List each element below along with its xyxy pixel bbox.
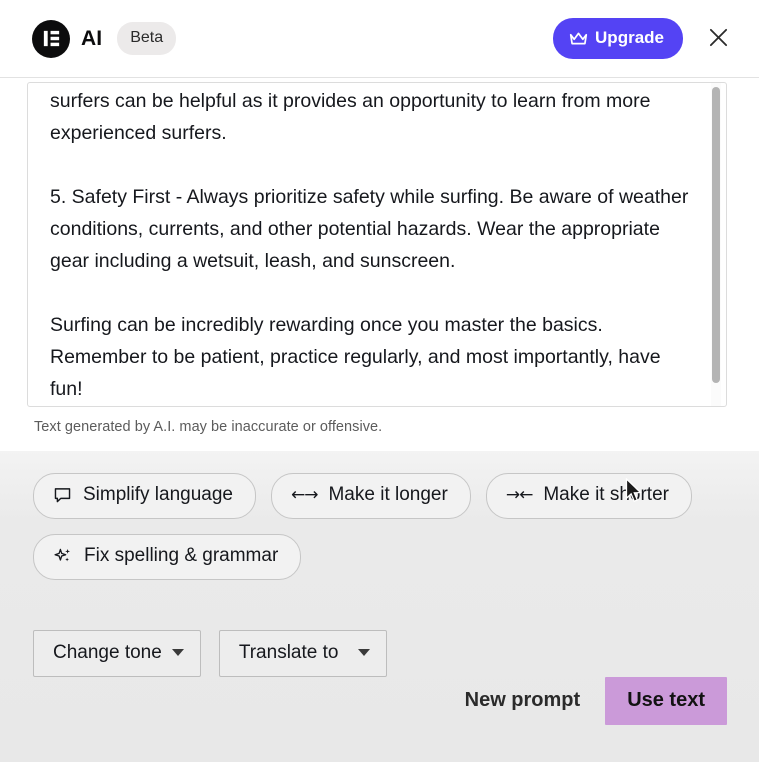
expand-arrows-icon: ←→ xyxy=(290,485,318,506)
brand: AI Beta xyxy=(32,19,177,58)
chevron-down-icon xyxy=(171,649,184,657)
actions-panel: Simplify language ←→ Make it longer →← M… xyxy=(0,451,759,762)
make-it-longer-button[interactable]: ←→ Make it longer xyxy=(270,473,471,519)
speech-bubble-icon xyxy=(53,486,72,505)
result-paragraph: 5. Safety First - Always prioritize safe… xyxy=(50,186,689,272)
ai-panel: AI Beta Upgrade surfers can be helpful a… xyxy=(0,0,759,762)
result-paragraph: surfers can be helpful as it provides an… xyxy=(50,90,651,144)
change-tone-dropdown[interactable]: Change tone xyxy=(33,629,201,677)
fix-spelling-grammar-button[interactable]: Fix spelling & grammar xyxy=(33,533,302,580)
generated-text-content: surfers can be helpful as it provides an… xyxy=(50,83,692,405)
scrollbar-thumb[interactable] xyxy=(712,87,720,383)
translate-to-dropdown[interactable]: Translate to xyxy=(218,629,388,677)
upgrade-button[interactable]: Upgrade xyxy=(553,18,683,59)
action-chip-row-secondary: Fix spelling & grammar xyxy=(33,533,727,580)
result-region: surfers can be helpful as it provides an… xyxy=(0,78,759,435)
elementor-logo-icon xyxy=(32,19,70,58)
action-chip-row-primary: Simplify language ←→ Make it longer →← M… xyxy=(33,473,727,519)
dropdown-label: Translate to xyxy=(238,641,339,663)
close-button[interactable] xyxy=(701,22,735,56)
chip-label: Make it longer xyxy=(328,484,448,505)
crown-icon xyxy=(569,31,588,46)
make-it-shorter-button[interactable]: →← Make it shorter xyxy=(485,473,692,519)
generated-text-box[interactable]: surfers can be helpful as it provides an… xyxy=(27,82,727,407)
dropdown-row: Change tone Translate to xyxy=(33,629,727,677)
dropdown-label: Change tone xyxy=(53,641,162,663)
collapse-arrows-icon: →← xyxy=(505,485,533,506)
footer-actions: New prompt Use text xyxy=(33,676,727,762)
panel-header: AI Beta Upgrade xyxy=(0,0,759,78)
chip-label: Simplify language xyxy=(83,484,233,505)
sparkle-icon xyxy=(53,546,73,566)
simplify-language-button[interactable]: Simplify language xyxy=(33,473,256,519)
result-paragraph: Surfing can be incredibly rewarding once… xyxy=(50,314,661,400)
new-prompt-button[interactable]: New prompt xyxy=(463,683,583,718)
header-actions: Upgrade xyxy=(553,18,735,59)
upgrade-label: Upgrade xyxy=(595,28,664,47)
page-title: AI xyxy=(81,26,103,50)
chip-label: Make it shorter xyxy=(543,484,669,505)
use-text-button[interactable]: Use text xyxy=(605,676,727,725)
close-icon xyxy=(708,27,729,51)
chevron-down-icon xyxy=(358,649,371,657)
ai-disclaimer: Text generated by A.I. may be inaccurate… xyxy=(34,419,383,435)
beta-badge: Beta xyxy=(117,22,177,55)
chip-label: Fix spelling & grammar xyxy=(84,544,279,566)
